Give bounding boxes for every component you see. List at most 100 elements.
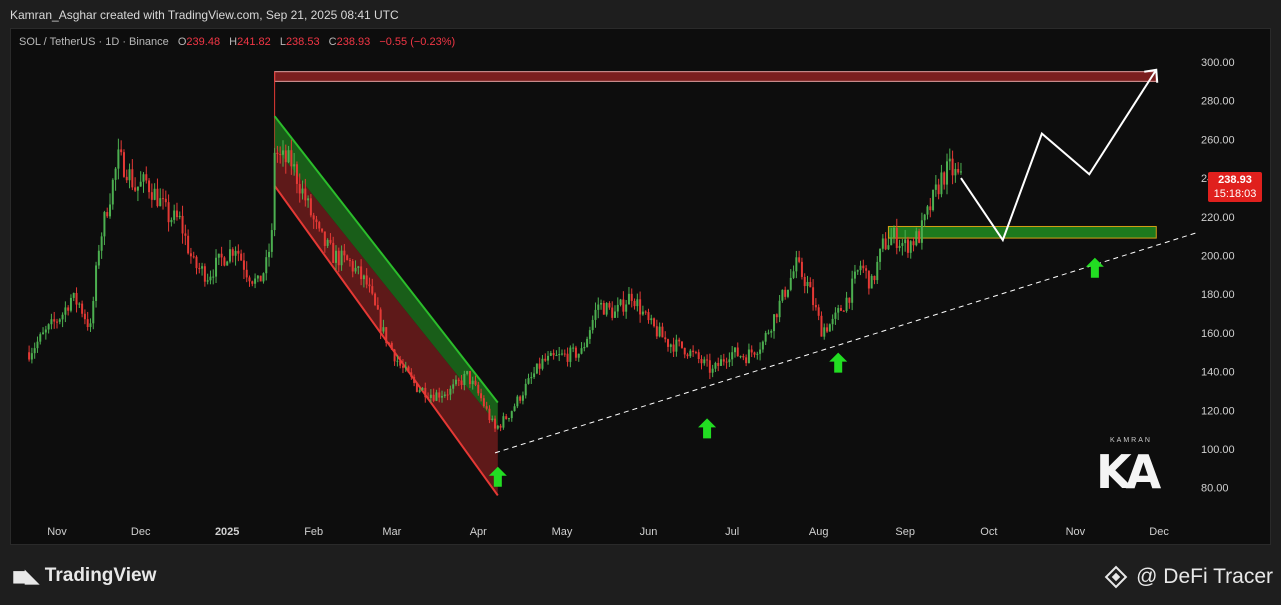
candle-body: [549, 353, 552, 356]
candle-body: [441, 396, 444, 398]
candle-body: [915, 231, 918, 246]
candle-body: [47, 324, 50, 330]
candle-body: [563, 353, 566, 355]
candle-body: [237, 250, 240, 254]
candle-body: [268, 251, 271, 258]
low-value: 238.53: [285, 36, 320, 48]
y-tick-label: 220.00: [1201, 212, 1235, 224]
candle-body: [865, 268, 868, 271]
candle-body: [622, 299, 625, 312]
candle-body: [410, 372, 413, 378]
candle-body: [385, 327, 388, 343]
candle-body: [276, 152, 279, 155]
candle-body: [653, 318, 656, 327]
candle-body: [881, 238, 884, 249]
candle-body: [173, 210, 176, 220]
candle-body: [136, 186, 139, 191]
candle-body: [742, 356, 745, 358]
candle-body: [619, 299, 622, 305]
candle-body: [184, 233, 187, 236]
candle-body: [842, 310, 845, 312]
candle-body: [494, 418, 497, 429]
chart-frame[interactable]: Nov Dec 2025 Feb Mar Apr May Jun Jul Aug Sep Oct Nov…: [10, 28, 1271, 545]
open-value: 239.48: [186, 36, 221, 48]
candle-body: [215, 257, 218, 277]
candle-body: [731, 352, 734, 360]
candle-body: [636, 299, 639, 307]
candle-body: [937, 184, 940, 195]
candle-body: [831, 318, 834, 325]
candle-body: [918, 231, 921, 243]
y-tick-label: 300.00: [1201, 57, 1235, 69]
candle-body: [778, 300, 781, 318]
candle-body: [418, 390, 421, 392]
candle-body: [167, 202, 170, 223]
candle-body: [530, 377, 533, 379]
candle-body: [117, 149, 120, 169]
change-value: −0.55 (−0.23%): [379, 36, 456, 48]
candle-body: [789, 277, 792, 290]
candle-body: [228, 249, 231, 262]
candle-body: [346, 255, 349, 261]
candle-body: [605, 303, 608, 315]
tradingview-logo[interactable]: ◼◣ TradingView: [12, 565, 156, 587]
candle-body: [535, 363, 538, 374]
candle-body: [362, 275, 365, 280]
x-tick-label: Apr: [470, 526, 487, 538]
candle-body: [912, 241, 915, 246]
candle-body: [477, 384, 480, 394]
candle-body: [845, 297, 848, 311]
candle-body: [295, 164, 298, 184]
candle-body: [114, 168, 117, 180]
candle-body: [932, 189, 935, 211]
candle-body: [270, 230, 273, 252]
candle-body: [887, 245, 890, 250]
candle-body: [413, 377, 416, 383]
candle-body: [650, 318, 653, 321]
candle-body: [839, 308, 842, 311]
candle-body: [558, 354, 561, 356]
candle-body: [248, 277, 251, 282]
candle-body: [700, 359, 703, 364]
candle-body: [357, 266, 360, 268]
bullish-up-arrow: [1085, 257, 1104, 278]
candle-body: [689, 350, 692, 357]
candle-body: [142, 174, 145, 182]
candle-body: [502, 416, 505, 428]
close-value: 238.93: [336, 36, 371, 48]
candle-body: [95, 265, 98, 302]
candle-body: [401, 365, 404, 368]
candle-body: [187, 235, 190, 254]
last-price-tag: 238.93 15:18:03: [1208, 172, 1262, 202]
candle-body: [906, 239, 909, 253]
candle-body: [438, 392, 441, 398]
candle-body: [89, 323, 92, 328]
candle-body: [348, 260, 351, 262]
candle-body: [242, 260, 245, 270]
price-chart[interactable]: Nov Dec 2025 Feb Mar Apr May Jun Jul Aug Sep Oct Nov…: [11, 29, 1272, 546]
candle-body: [814, 304, 817, 308]
candle-body: [943, 172, 946, 185]
candle-body: [644, 311, 647, 313]
candle-body: [164, 198, 167, 203]
candle-body: [904, 239, 907, 244]
candle-body: [337, 250, 340, 266]
candle-body: [770, 331, 773, 333]
candle-body: [795, 257, 798, 272]
candle-body: [895, 227, 898, 248]
candle-body: [452, 384, 455, 389]
candle-body: [745, 357, 748, 364]
candle-body: [812, 287, 815, 305]
candle-body: [496, 425, 499, 429]
candle-body: [145, 174, 148, 181]
candle-body: [909, 241, 912, 253]
symbol-legend: SOL / TetherUS · 1D · Binance O239.48 H2…: [19, 36, 455, 48]
candle-body: [680, 341, 683, 348]
candle-body: [959, 171, 962, 173]
candle-body: [920, 220, 923, 243]
candle-body: [890, 237, 893, 246]
bullish-up-arrow: [829, 352, 848, 373]
candle-body: [128, 169, 131, 181]
candle-body: [480, 393, 483, 399]
candle-body: [234, 250, 237, 256]
